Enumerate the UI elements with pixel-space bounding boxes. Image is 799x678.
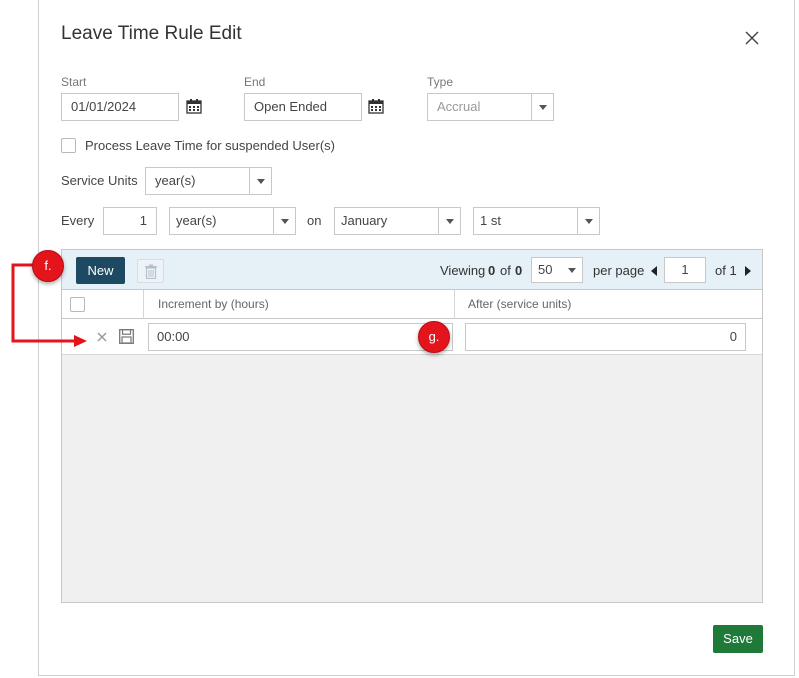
service-units-value: year(s) bbox=[155, 173, 196, 188]
grid-header: Increment by (hours) After (service unit… bbox=[62, 290, 762, 319]
type-label: Type bbox=[427, 75, 454, 89]
delete-button[interactable] bbox=[137, 259, 164, 283]
process-suspended-label: Process Leave Time for suspended User(s) bbox=[85, 138, 335, 153]
increment-input[interactable]: 00:00 bbox=[148, 323, 453, 351]
after-input[interactable]: 0 bbox=[465, 323, 746, 351]
callout-f-badge: f. bbox=[32, 250, 64, 282]
end-label: End bbox=[244, 75, 266, 89]
chevron-down-icon bbox=[438, 208, 460, 234]
callout-arrow bbox=[11, 263, 87, 347]
chevron-down-icon bbox=[531, 94, 553, 120]
every-unit-select[interactable]: year(s) bbox=[169, 207, 296, 235]
callout-g-badge: g. bbox=[418, 321, 450, 353]
chevron-down-icon bbox=[568, 268, 576, 273]
on-label: on bbox=[307, 213, 322, 228]
chevron-down-icon bbox=[273, 208, 295, 234]
save-button[interactable]: Save bbox=[713, 625, 763, 653]
type-select[interactable]: Accrual bbox=[427, 93, 554, 121]
column-header-after[interactable]: After (service units) bbox=[468, 290, 571, 319]
month-select[interactable]: January bbox=[334, 207, 461, 235]
save-row-icon[interactable] bbox=[119, 329, 134, 344]
prev-page-icon[interactable] bbox=[651, 266, 657, 276]
calendar-icon[interactable] bbox=[368, 98, 384, 114]
close-icon[interactable] bbox=[744, 30, 760, 46]
chevron-down-icon bbox=[577, 208, 599, 234]
calendar-icon[interactable] bbox=[186, 98, 202, 114]
column-header-increment[interactable]: Increment by (hours) bbox=[158, 290, 269, 319]
month-value: January bbox=[341, 213, 388, 228]
table-row: 00:00 0 bbox=[62, 319, 762, 355]
next-page-icon[interactable] bbox=[745, 266, 751, 276]
trash-icon bbox=[145, 264, 157, 279]
viewing-total: 0 bbox=[515, 263, 523, 278]
page-size-value: 50 bbox=[538, 262, 553, 277]
every-unit-value: year(s) bbox=[176, 213, 217, 228]
viewing-from: 0 bbox=[488, 263, 496, 278]
page-number-input[interactable]: 1 bbox=[664, 257, 706, 283]
service-units-select[interactable]: year(s) bbox=[145, 167, 272, 195]
end-date-input[interactable]: Open Ended bbox=[244, 93, 362, 121]
day-value: 1 st bbox=[480, 213, 501, 228]
type-select-value: Accrual bbox=[437, 99, 481, 114]
column-divider bbox=[454, 290, 455, 319]
chevron-down-icon bbox=[249, 168, 271, 194]
grid-toolbar: New Viewing 0 of 0 50 per page 1 of 1 bbox=[62, 250, 762, 290]
day-select[interactable]: 1 st bbox=[473, 207, 600, 235]
viewing-label: Viewing bbox=[440, 263, 486, 278]
increment-grid: New Viewing 0 of 0 50 per page 1 of 1 In… bbox=[61, 249, 763, 603]
per-page-label: per page bbox=[593, 263, 645, 278]
column-divider bbox=[143, 290, 144, 319]
page-size-select[interactable]: 50 bbox=[531, 257, 583, 283]
every-count-input[interactable]: 1 bbox=[103, 207, 157, 235]
page-of-label: of 1 bbox=[715, 263, 737, 278]
viewing-of-label: of bbox=[500, 263, 511, 278]
